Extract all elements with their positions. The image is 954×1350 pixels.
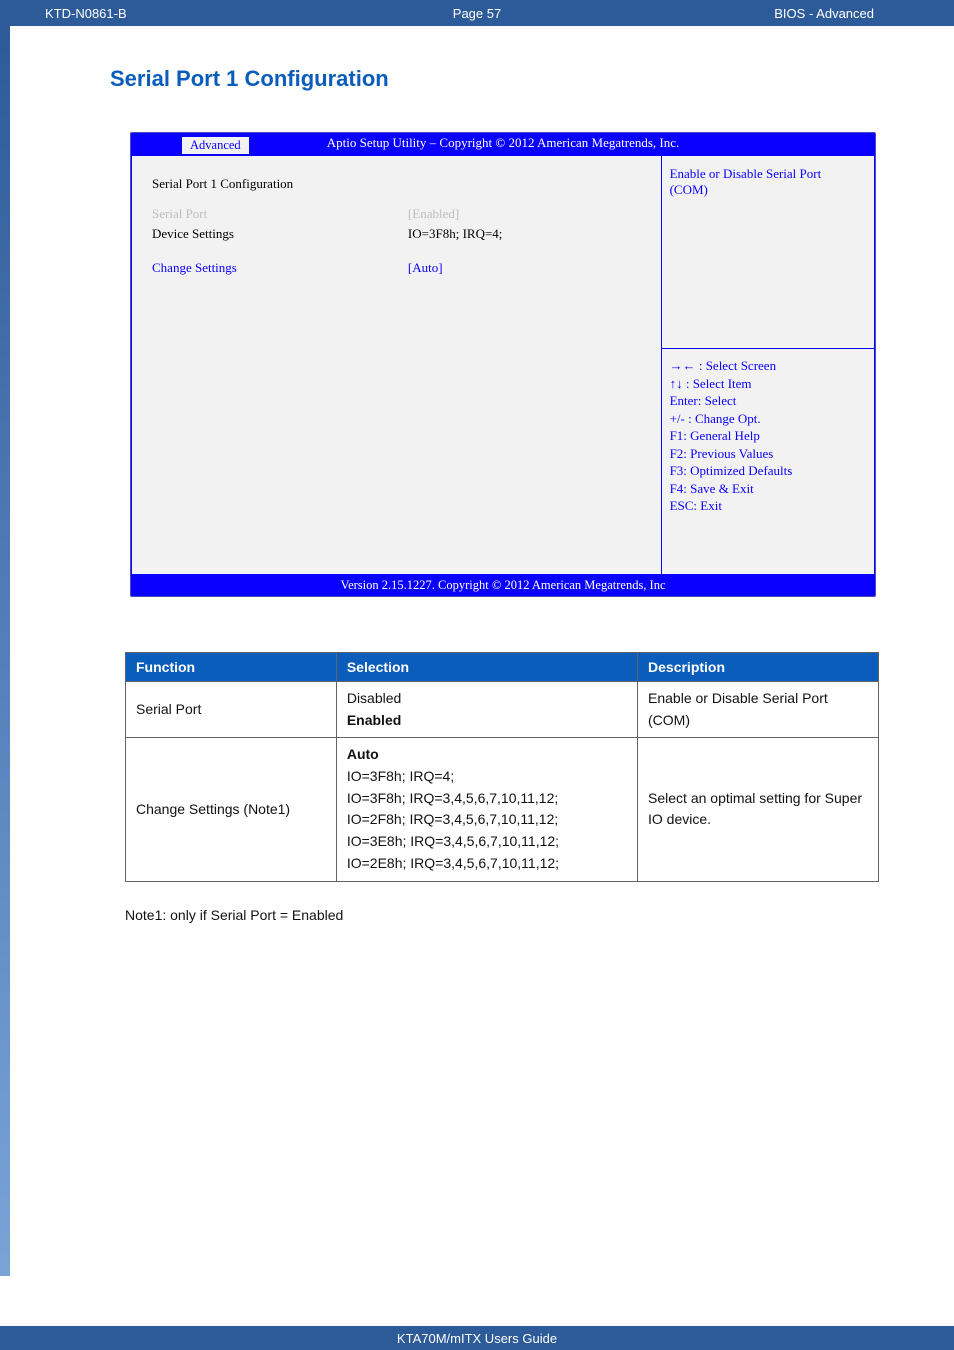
bios-row-value: [Enabled] — [408, 206, 641, 222]
bios-nav-line: Enter: Select — [670, 392, 866, 410]
table-row: Change Settings (Note1) AutoIO=3F8h; IRQ… — [126, 738, 879, 881]
bios-row-label: Device Settings — [152, 226, 408, 242]
bios-help-line: Enable or Disable Serial Port — [670, 166, 866, 182]
page-label: Page 57 — [453, 6, 501, 21]
bios-nav-line: +/- : Change Opt. — [670, 410, 866, 428]
bios-help-panel: Enable or Disable Serial Port (COM) — [662, 156, 874, 349]
section-title: Serial Port 1 Configuration — [110, 66, 924, 92]
cell-selection: DisabledEnabled — [336, 682, 637, 738]
note-text: Note1: only if Serial Port = Enabled — [125, 907, 924, 923]
doc-code: KTD-N0861-B — [45, 6, 127, 21]
bios-panel-title-row: Serial Port 1 Configuration — [152, 174, 641, 194]
bios-active-tab: Advanced — [181, 136, 250, 154]
options-th-description: Description — [638, 653, 879, 682]
bios-nav-line: F2: Previous Values — [670, 445, 866, 463]
bios-nav-line: →← : Select Screen — [670, 357, 866, 375]
options-th-function: Function — [126, 653, 337, 682]
bios-nav-line: F1: General Help — [670, 427, 866, 445]
cell-function: Change Settings (Note1) — [126, 738, 337, 881]
bios-panel-title: Serial Port 1 Configuration — [152, 176, 641, 192]
bios-row-label: Serial Port — [152, 206, 408, 222]
bios-nav-line: F3: Optimized Defaults — [670, 462, 866, 480]
bios-nav-line: ↑↓ : Select Item — [670, 375, 866, 393]
cell-function: Serial Port — [126, 682, 337, 738]
cell-description: Select an optimal setting for Super IO d… — [638, 738, 879, 881]
table-row: Serial Port DisabledEnabled Enable or Di… — [126, 682, 879, 738]
bios-row: Device Settings IO=3F8h; IRQ=4; — [152, 224, 641, 244]
bios-header: Aptio Setup Utility – Copyright © 2012 A… — [131, 133, 875, 155]
footer-guide: KTA70M/mITX Users Guide — [397, 1331, 557, 1346]
bios-row-value: [Auto] — [408, 260, 641, 276]
bios-screenshot: Aptio Setup Utility – Copyright © 2012 A… — [130, 132, 876, 597]
bios-body: Serial Port 1 Configuration Serial Port … — [131, 155, 875, 575]
cell-selection: AutoIO=3F8h; IRQ=4;IO=3F8h; IRQ=3,4,5,6,… — [336, 738, 637, 881]
footer-bar: KTA70M/mITX Users Guide — [0, 1326, 954, 1350]
options-table: Function Selection Description Serial Po… — [125, 652, 879, 882]
options-th-selection: Selection — [336, 653, 637, 682]
bios-nav-line: ESC: Exit — [670, 497, 866, 515]
bios-nav-panel: →← : Select Screen ↑↓ : Select Item Ente… — [662, 349, 874, 574]
bios-row: Change Settings [Auto] — [152, 258, 641, 278]
header-bar: KTD-N0861-B Page 57 BIOS - Advanced — [0, 0, 954, 26]
cell-description: Enable or Disable Serial Port (COM) — [638, 682, 879, 738]
options-table-head: Function Selection Description — [126, 653, 879, 682]
page-body: Serial Port 1 Configuration Aptio Setup … — [0, 26, 954, 1276]
bios-footer: Version 2.15.1227. Copyright © 2012 Amer… — [131, 575, 875, 596]
bios-left-panel: Serial Port 1 Configuration Serial Port … — [131, 155, 661, 575]
section-label: BIOS - Advanced — [774, 6, 874, 21]
bios-right-panel: Enable or Disable Serial Port (COM) →← :… — [661, 155, 875, 575]
options-table-body: Serial Port DisabledEnabled Enable or Di… — [126, 682, 879, 882]
bios-row-value: IO=3F8h; IRQ=4; — [408, 226, 641, 242]
left-accent-bar — [0, 26, 10, 1276]
bios-row-label: Change Settings — [152, 260, 408, 276]
bios-help-line: (COM) — [670, 182, 866, 198]
bios-nav-line: F4: Save & Exit — [670, 480, 866, 498]
bios-row: Serial Port [Enabled] — [152, 204, 641, 224]
